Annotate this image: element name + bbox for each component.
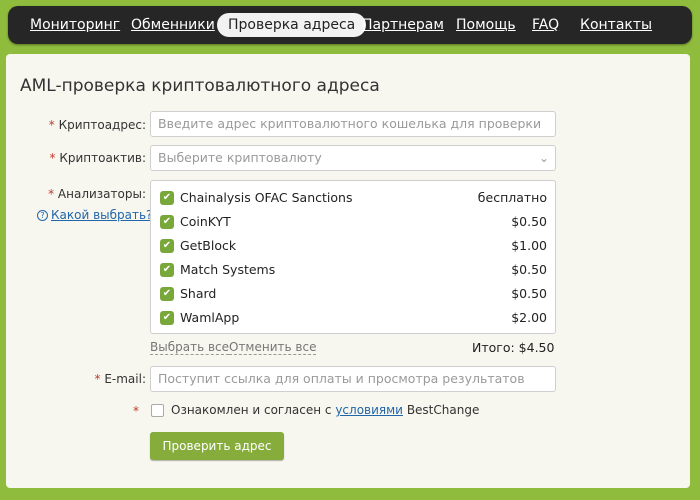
analyzer-name: GetBlock xyxy=(180,238,237,253)
question-icon: ? xyxy=(37,210,48,221)
checkbox-checked-icon[interactable]: ✔ xyxy=(160,239,174,253)
check-address-button[interactable]: Проверить адрес xyxy=(150,432,284,460)
terms-link[interactable]: условиями xyxy=(335,403,403,417)
nav-item-contacts[interactable]: Контакты xyxy=(580,13,652,37)
analyzer-name: Chainalysis OFAC Sanctions xyxy=(180,190,353,205)
nav-item-help[interactable]: Помощь xyxy=(456,13,516,37)
asset-select-value: Выберите криптовалюту xyxy=(158,150,322,165)
analyzer-item[interactable]: ✔ CoinKYT $0.50 xyxy=(160,213,547,231)
analyzer-name: WamlApp xyxy=(180,310,240,325)
deselect-all-link[interactable]: Отменить все xyxy=(229,340,317,355)
asset-label: * Криптоактив: xyxy=(49,151,146,165)
analyzer-item[interactable]: ✔ WamlApp $2.00 xyxy=(160,309,547,327)
analyzer-price: $2.00 xyxy=(511,310,547,325)
analyzer-item[interactable]: ✔ Shard $0.50 xyxy=(160,285,547,303)
analyzer-price: $0.50 xyxy=(511,286,547,301)
checkbox-checked-icon[interactable]: ✔ xyxy=(160,263,174,277)
analyzer-price: $1.00 xyxy=(511,238,547,253)
required-mark: * xyxy=(94,372,101,386)
which-to-choose-link[interactable]: ? Какой выбрать? xyxy=(37,208,152,222)
analyzer-price: бесплатно xyxy=(477,190,547,205)
nav-item-exchangers[interactable]: Обменники xyxy=(131,13,215,37)
analyzer-name: Match Systems xyxy=(180,262,276,277)
email-label: * E-mail: xyxy=(94,372,147,386)
page-title: AML-проверка криптовалютного адреса xyxy=(20,76,380,96)
main-navigation: Мониторинг Обменники Проверка адреса Пар… xyxy=(8,6,692,44)
nav-item-address-check[interactable]: Проверка адреса xyxy=(217,13,367,37)
consent-text: Ознакомлен и согласен с условиями BestCh… xyxy=(171,403,480,417)
analyzer-item[interactable]: ✔ GetBlock $1.00 xyxy=(160,237,547,255)
required-mark: * xyxy=(133,404,139,418)
email-field[interactable]: Поступит ссылка для оплаты и просмотра р… xyxy=(150,366,556,392)
select-all-link[interactable]: Выбрать все xyxy=(150,340,230,355)
analyzer-price: $0.50 xyxy=(511,262,547,277)
nav-item-monitoring[interactable]: Мониторинг xyxy=(30,13,120,37)
total-price: Итого: $4.50 xyxy=(472,340,555,355)
checkbox-checked-icon[interactable]: ✔ xyxy=(160,191,174,205)
checkbox-checked-icon[interactable]: ✔ xyxy=(160,311,174,325)
address-input[interactable]: Введите адрес криптовалютного кошелька д… xyxy=(150,111,556,137)
checkbox-checked-icon[interactable]: ✔ xyxy=(160,287,174,301)
nav-item-faq[interactable]: FAQ xyxy=(532,13,559,37)
analyzer-name: Shard xyxy=(180,286,217,301)
address-label: * Криптоадрес: xyxy=(48,118,146,132)
analyzer-name: CoinKYT xyxy=(180,214,231,229)
asset-select[interactable]: Выберите криптовалюту ⌄ xyxy=(150,145,556,171)
analyzer-item[interactable]: ✔ Match Systems $0.50 xyxy=(160,261,547,279)
nav-item-partners[interactable]: Партнерам xyxy=(362,13,444,37)
analyzers-list: ✔ Chainalysis OFAC Sanctions бесплатно ✔… xyxy=(150,180,556,334)
analyzer-price: $0.50 xyxy=(511,214,547,229)
required-mark: * xyxy=(48,118,55,132)
chevron-down-icon: ⌄ xyxy=(538,151,549,165)
aml-check-panel: AML-проверка криптовалютного адреса * Кр… xyxy=(6,54,690,488)
top-bar: Мониторинг Обменники Проверка адреса Пар… xyxy=(0,0,700,50)
required-mark: * xyxy=(48,187,55,201)
analyzer-item[interactable]: ✔ Chainalysis OFAC Sanctions бесплатно xyxy=(160,189,547,207)
required-mark: * xyxy=(49,151,56,165)
analyzers-label: * Анализаторы: xyxy=(48,187,146,201)
consent-checkbox[interactable] xyxy=(151,404,164,417)
checkbox-checked-icon[interactable]: ✔ xyxy=(160,215,174,229)
